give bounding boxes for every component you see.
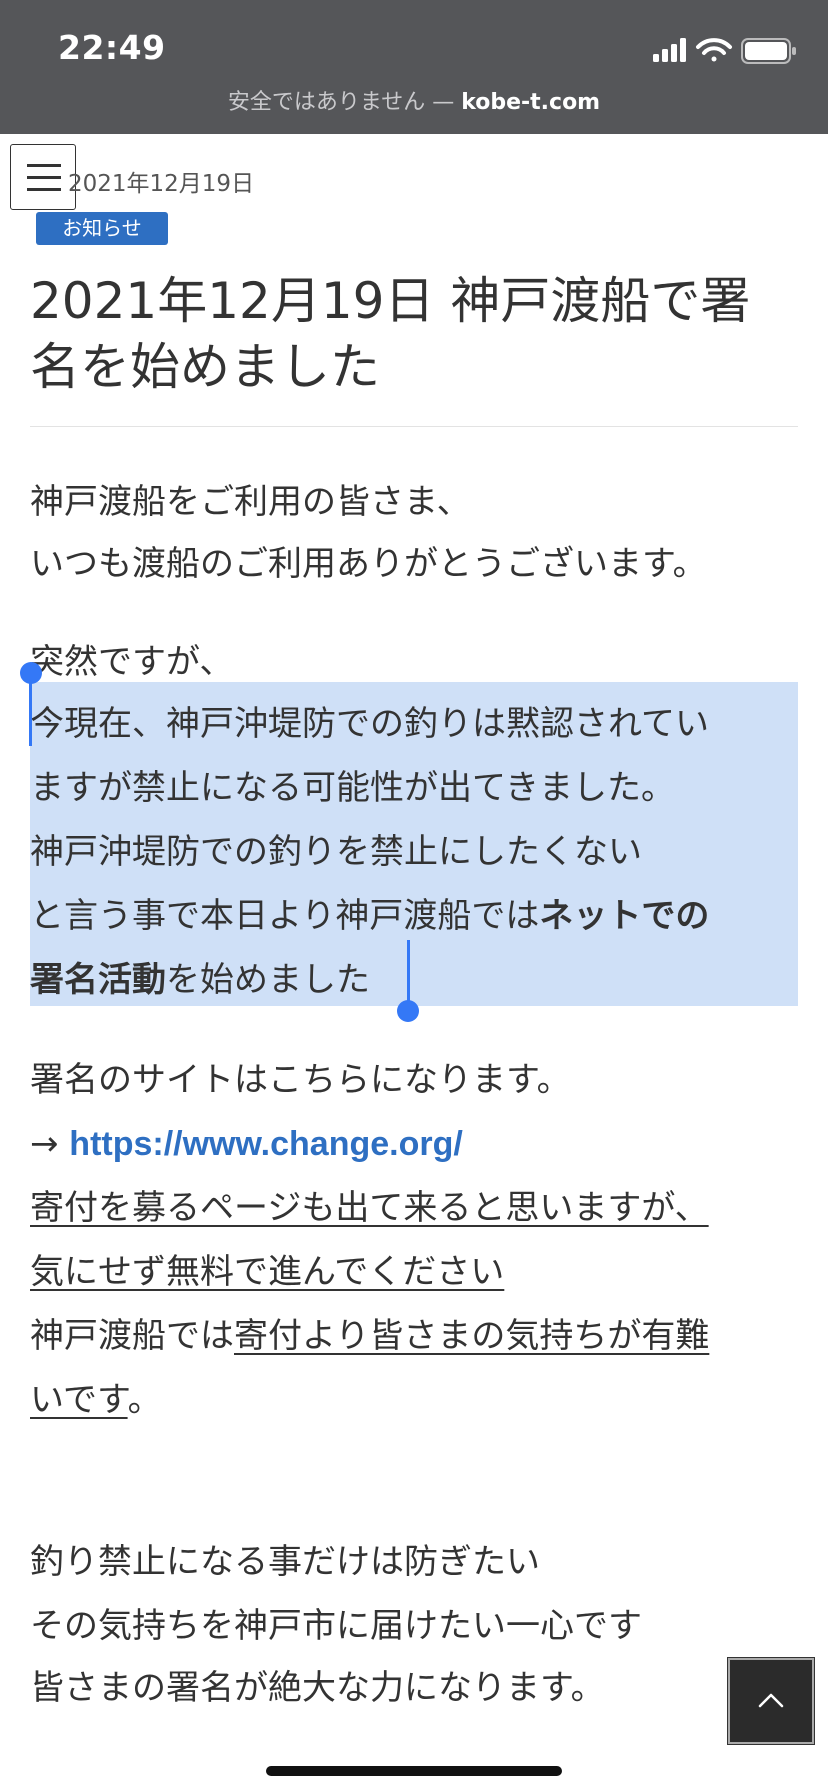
- selection-start-caret: [29, 676, 32, 746]
- underlined-text: 寄付より皆さまの気持ちが有難: [234, 1316, 710, 1356]
- chevron-up-icon: [758, 1693, 784, 1708]
- body-text: 神戸渡船では: [30, 1316, 234, 1356]
- emphasis-text: 署名活動: [30, 960, 166, 1000]
- body-line: → https://www.change.org/: [30, 1112, 463, 1176]
- body-line-selected[interactable]: 今現在、神戸沖堤防での釣りは黙認されてい: [30, 692, 709, 756]
- wifi-icon: [696, 38, 732, 62]
- body-line-selected[interactable]: 署名活動を始めました: [30, 948, 370, 1012]
- url-domain: kobe-t.com: [461, 90, 601, 115]
- body-line-selected[interactable]: 神戸沖堤防での釣りを禁止にしたくない: [30, 820, 642, 884]
- body-line-selected[interactable]: ますが禁止になる可能性が出てきました。: [30, 756, 675, 820]
- arrow-text: →: [30, 1124, 70, 1164]
- status-time: 22:49: [58, 28, 166, 67]
- page-title-line-1: 2021年12月19日 神戸渡船で署: [30, 272, 751, 330]
- body-line: 皆さまの署名が絶大な力になります。: [30, 1668, 605, 1708]
- body-line: いつも渡船のご利用ありがとうございます。: [30, 544, 707, 584]
- selection-end-handle[interactable]: [397, 1000, 419, 1022]
- battery-icon: [741, 38, 796, 64]
- status-icons: [650, 34, 828, 68]
- body-line: 釣り禁止になる事だけは防ぎたい: [30, 1542, 540, 1582]
- underlined-text: 気にせず無料で進んでください: [30, 1252, 505, 1292]
- underlined-line: 気にせず無料で進んでください: [30, 1240, 504, 1304]
- body-text: と言う事で本日より神戸渡船では: [30, 896, 540, 936]
- change-org-link[interactable]: https://www.change.org/: [69, 1125, 463, 1163]
- selection-end-caret: [407, 940, 410, 1008]
- body-line: 署名のサイトはこちらになります。: [30, 1060, 571, 1100]
- security-warning: 安全ではありません —: [227, 90, 455, 115]
- underlined-line: 寄付を募るページも出て来ると思いますが、: [30, 1188, 709, 1228]
- body-line-selected[interactable]: と言う事で本日より神戸渡船ではネットでの: [30, 884, 709, 948]
- back-to-top-button[interactable]: [727, 1657, 815, 1745]
- category-badge[interactable]: お知らせ: [36, 212, 168, 245]
- underlined-text: いです: [30, 1380, 128, 1420]
- body-line: その気持ちを神戸市に届けたい一心です: [30, 1606, 642, 1646]
- emphasis-text: ネットでの: [539, 896, 710, 936]
- body-text: 。: [127, 1380, 162, 1420]
- url-bar[interactable]: 安全ではありません — kobe-t.com: [0, 84, 828, 116]
- home-indicator: [266, 1766, 562, 1776]
- body-line: 突然ですが、: [30, 642, 234, 682]
- post-date: 2021年12月19日: [68, 171, 255, 197]
- body-text: を始めました: [166, 960, 370, 1000]
- body-line: いです。: [30, 1368, 162, 1432]
- body-line: 神戸渡船をご利用の皆さま、: [30, 482, 471, 522]
- page-title: 2021年12月19日 神戸渡船で署 名を始めました: [30, 268, 800, 400]
- hamburger-menu-icon[interactable]: [10, 144, 76, 210]
- cellular-signal-icon: [653, 38, 686, 62]
- body-line: 神戸渡船では寄付より皆さまの気持ちが有難: [30, 1304, 709, 1368]
- page-title-line-2: 名を始めました: [30, 338, 380, 396]
- title-divider: [30, 426, 798, 427]
- status-bar: 22:49 安全ではありません — kobe-t.com: [0, 0, 828, 134]
